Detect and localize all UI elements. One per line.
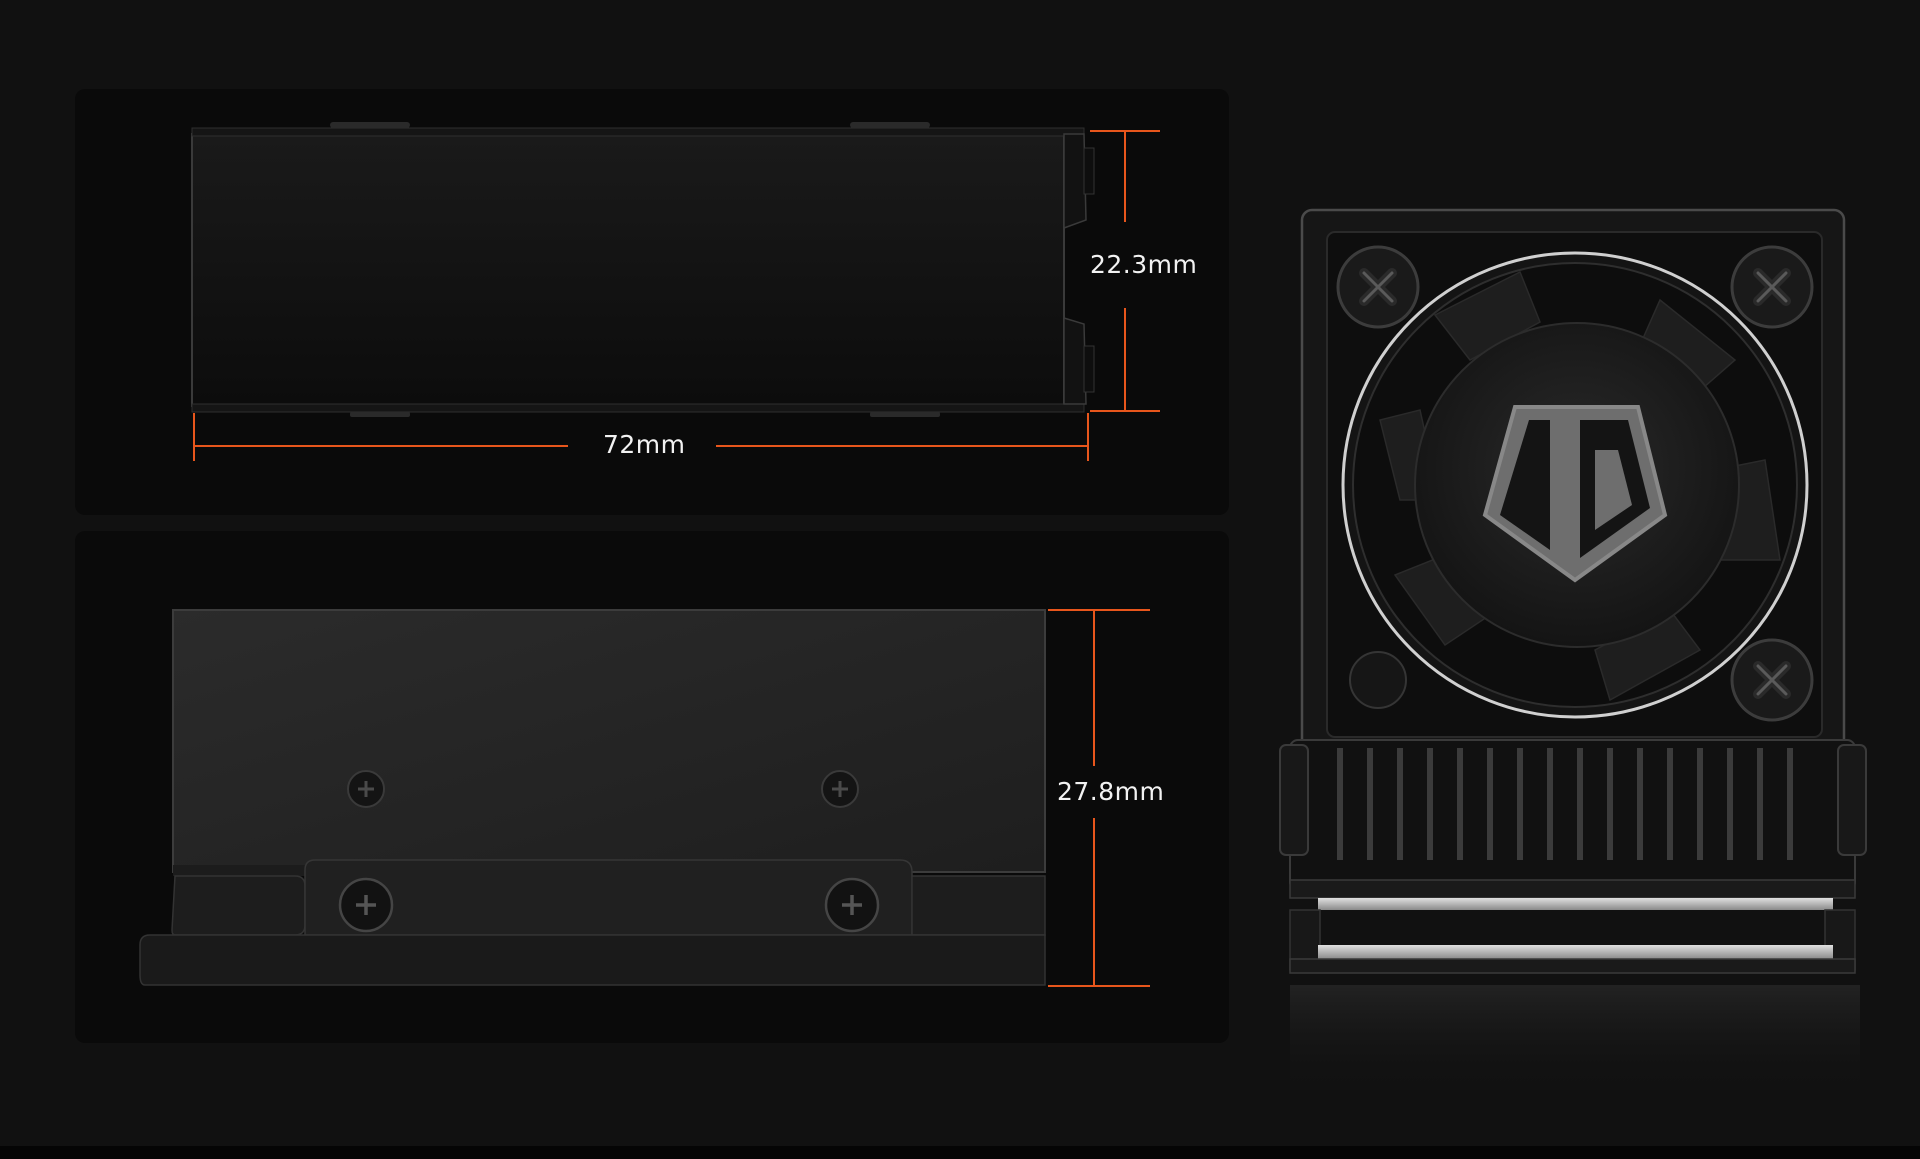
dimension-height-top: 22.3mm: [1090, 250, 1198, 279]
screw-icon: [347, 770, 385, 808]
side-view-cooler: [139, 609, 1046, 986]
screw-icon: [821, 770, 859, 808]
dimension-height-side: 27.8mm: [1057, 777, 1165, 806]
dimension-length-top: 72mm: [603, 430, 686, 459]
front-view-cooler: [1279, 208, 1867, 1095]
bottom-border: [0, 1146, 1920, 1159]
top-view-cooler: [191, 122, 1095, 417]
phillips-screw-icon: [1730, 638, 1814, 722]
screw-icon: [338, 877, 394, 933]
screw-icon: [824, 877, 880, 933]
phillips-screw-icon: [1730, 245, 1814, 329]
product-illustration: [139, 122, 1867, 1095]
phillips-screw-icon: [1336, 245, 1420, 329]
